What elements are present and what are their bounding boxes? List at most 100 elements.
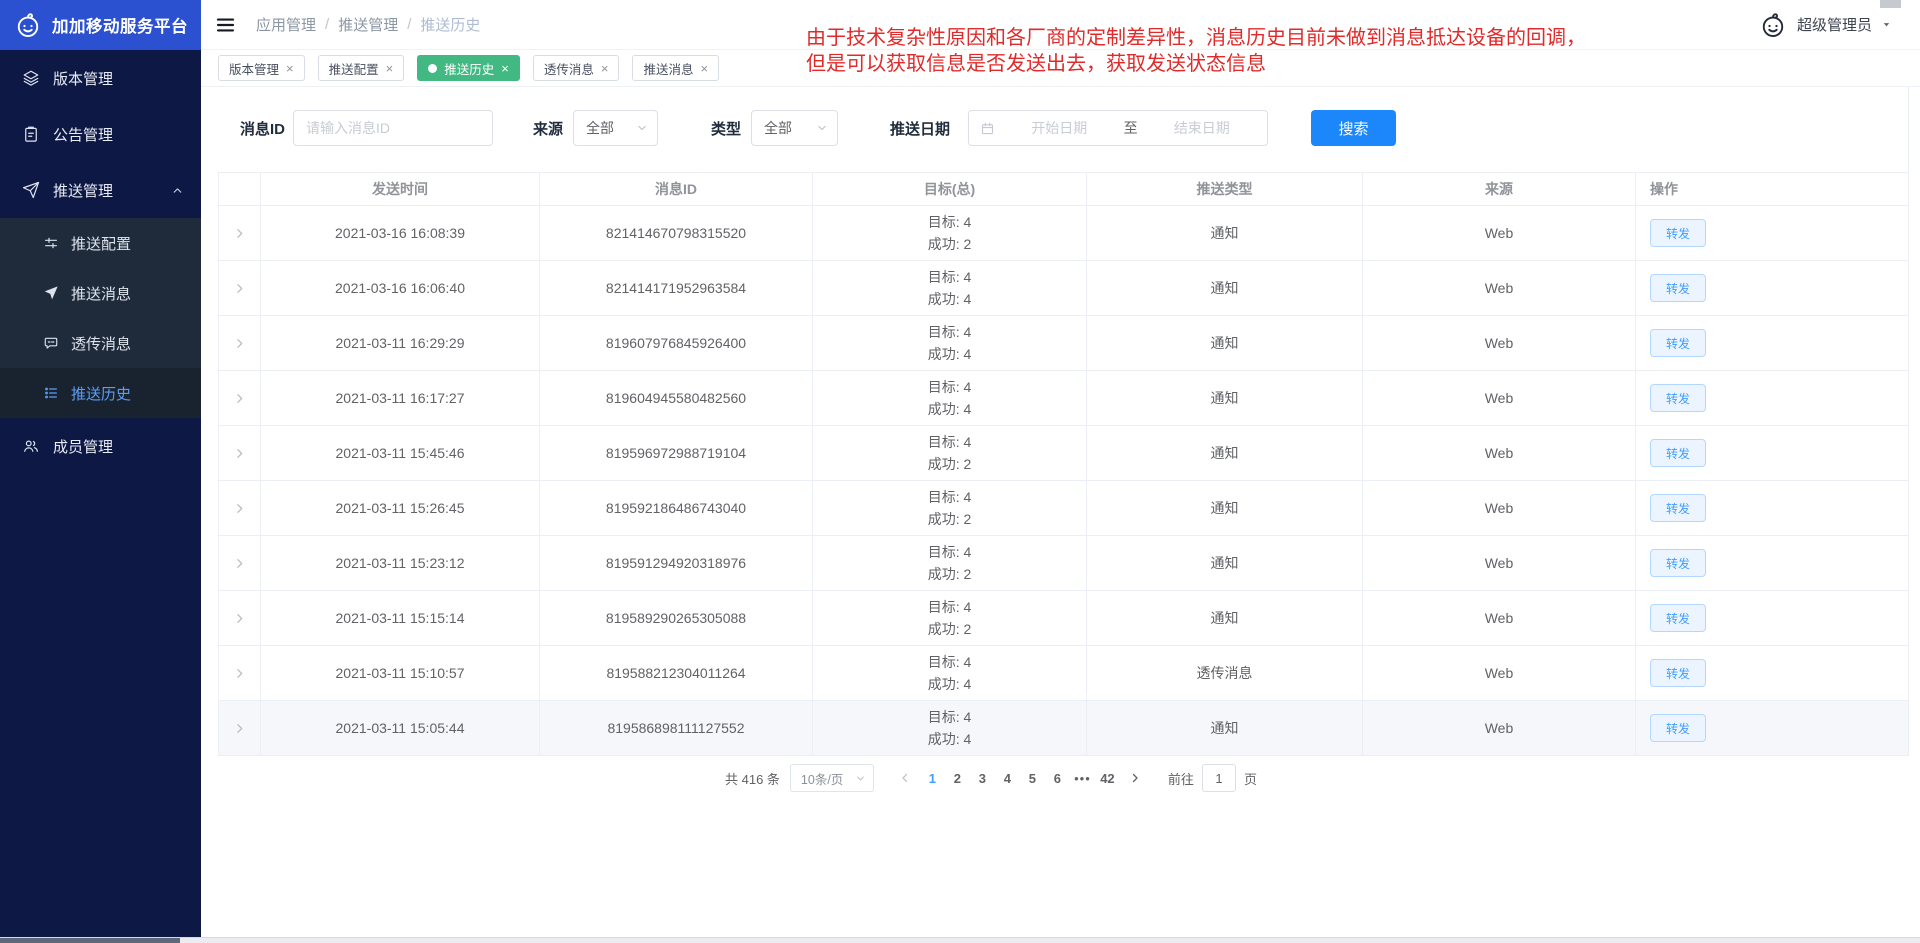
forward-button[interactable]: 转发 [1650,274,1706,302]
row-expand-icon[interactable] [233,337,246,350]
date-range-picker[interactable]: 开始日期 至 结束日期 [968,110,1268,146]
page-size-select[interactable]: 10条/页 [790,764,874,792]
tab-push-config[interactable]: 推送配置 × [318,55,405,81]
breadcrumb-item-push-management[interactable]: 推送管理 [338,14,398,35]
page-number-5[interactable]: 5 [1020,771,1045,786]
sidebar-item-passthrough-message[interactable]: 透传消息 [0,318,201,368]
forward-button[interactable]: 转发 [1650,384,1706,412]
tab-push-history[interactable]: 推送历史 × [417,55,520,81]
tab-close-icon[interactable]: × [286,62,294,75]
sidebar-item-push-config[interactable]: 推送配置 [0,218,201,268]
target-total: 目标: 4 [813,211,1086,233]
target-success: 成功: 4 [813,343,1086,365]
forward-button[interactable]: 转发 [1650,714,1706,742]
username-label: 超级管理员 [1797,14,1872,35]
search-button[interactable]: 搜索 [1311,110,1396,146]
sidebar-item-label: 推送消息 [71,283,131,304]
cell-send-time: 2021-03-11 16:29:29 [261,316,540,371]
forward-button[interactable]: 转发 [1650,659,1706,687]
chevron-left-icon [899,772,911,784]
more-pages-icon[interactable]: ••• [1070,771,1095,786]
target-total: 目标: 4 [813,541,1086,563]
row-expand-icon[interactable] [233,557,246,570]
tab-close-icon[interactable]: × [501,62,509,75]
sidebar-item-members[interactable]: 成员管理 [0,418,201,474]
goto-page-input[interactable] [1202,764,1236,792]
push-history-table: 发送时间 消息ID 目标(总) 推送类型 来源 操作 2021-03-16 16… [218,172,1908,756]
page-number-4[interactable]: 4 [995,771,1020,786]
row-expand-icon[interactable] [233,392,246,405]
cell-message-id: 819596972988719104 [540,426,813,481]
hamburger-menu-icon[interactable] [214,15,237,35]
sidebar-item-push[interactable]: 推送管理 [0,162,201,218]
cell-message-id: 819591294920318976 [540,536,813,591]
sidebar-item-push-history[interactable]: 推送历史 [0,368,201,418]
forward-button[interactable]: 转发 [1650,219,1706,247]
chevron-right-icon [1129,772,1141,784]
horizontal-scrollbar-thumb[interactable] [0,938,180,943]
cell-send-time: 2021-03-11 15:45:46 [261,426,540,481]
tab-push-message[interactable]: 推送消息 × [632,55,719,81]
sidebar-item-label: 版本管理 [53,68,113,89]
forward-button[interactable]: 转发 [1650,549,1706,577]
goto-page-unit: 页 [1244,769,1257,788]
cell-send-time: 2021-03-11 15:15:14 [261,591,540,646]
forward-button[interactable]: 转发 [1650,494,1706,522]
target-total: 目标: 4 [813,431,1086,453]
row-expand-icon[interactable] [233,667,246,680]
row-expand-icon[interactable] [233,447,246,460]
target-total: 目标: 4 [813,486,1086,508]
forward-button[interactable]: 转发 [1650,439,1706,467]
avatar-face-icon [1758,10,1788,40]
row-expand-icon[interactable] [233,722,246,735]
next-page-button[interactable] [1120,772,1150,784]
cell-message-id: 819588212304011264 [540,646,813,701]
row-expand-icon[interactable] [233,502,246,515]
horizontal-scrollbar[interactable] [0,937,1920,943]
breadcrumb-item-app-management[interactable]: 应用管理 [256,14,316,35]
tab-close-icon[interactable]: × [601,62,609,75]
cell-source: Web [1363,371,1636,426]
forward-button[interactable]: 转发 [1650,329,1706,357]
cell-send-time: 2021-03-11 16:17:27 [261,371,540,426]
page-number-42[interactable]: 42 [1095,771,1120,786]
tab-close-icon[interactable]: × [700,62,708,75]
table-header-row: 发送时间 消息ID 目标(总) 推送类型 来源 操作 [219,173,1909,206]
sidebar-menu: 版本管理 公告管理 推送管理 [0,50,201,474]
prev-page-button[interactable] [890,772,920,784]
target-success: 成功: 4 [813,673,1086,695]
col-send-time-header: 发送时间 [261,173,540,206]
source-select[interactable]: 全部 [573,110,658,146]
tab-passthrough-message[interactable]: 透传消息 × [533,55,620,81]
cell-target: 目标: 4成功: 4 [813,701,1087,756]
page-number-2[interactable]: 2 [945,771,970,786]
type-select[interactable]: 全部 [751,110,838,146]
page-number-3[interactable]: 3 [970,771,995,786]
cell-push-type: 通知 [1087,261,1363,316]
start-date-placeholder[interactable]: 开始日期 [1005,118,1114,138]
tab-label: 推送配置 [329,59,379,78]
cell-message-id: 819586898111127552 [540,701,813,756]
target-total: 目标: 4 [813,321,1086,343]
sidebar-item-announcement[interactable]: 公告管理 [0,106,201,162]
row-expand-icon[interactable] [233,282,246,295]
forward-button[interactable]: 转发 [1650,604,1706,632]
cell-send-time: 2021-03-16 16:06:40 [261,261,540,316]
cell-target: 目标: 4成功: 2 [813,426,1087,481]
source-label: 来源 [533,118,563,139]
tab-version-management[interactable]: 版本管理 × [218,55,305,81]
active-tab-dot [428,64,437,73]
message-id-input[interactable] [293,110,493,146]
tab-close-icon[interactable]: × [386,62,394,75]
sidebar-item-version[interactable]: 版本管理 [0,50,201,106]
page-number-1[interactable]: 1 [920,771,945,786]
end-date-placeholder[interactable]: 结束日期 [1148,118,1257,138]
chevron-down-icon [816,122,828,134]
row-expand-icon[interactable] [233,612,246,625]
vertical-scrollbar-thumb[interactable] [1880,0,1901,8]
row-expand-icon[interactable] [233,227,246,240]
page-number-6[interactable]: 6 [1045,771,1070,786]
user-dropdown[interactable]: 超级管理员 [1758,10,1892,40]
content-panel-border [1908,86,1909,172]
sidebar-item-push-message[interactable]: 推送消息 [0,268,201,318]
